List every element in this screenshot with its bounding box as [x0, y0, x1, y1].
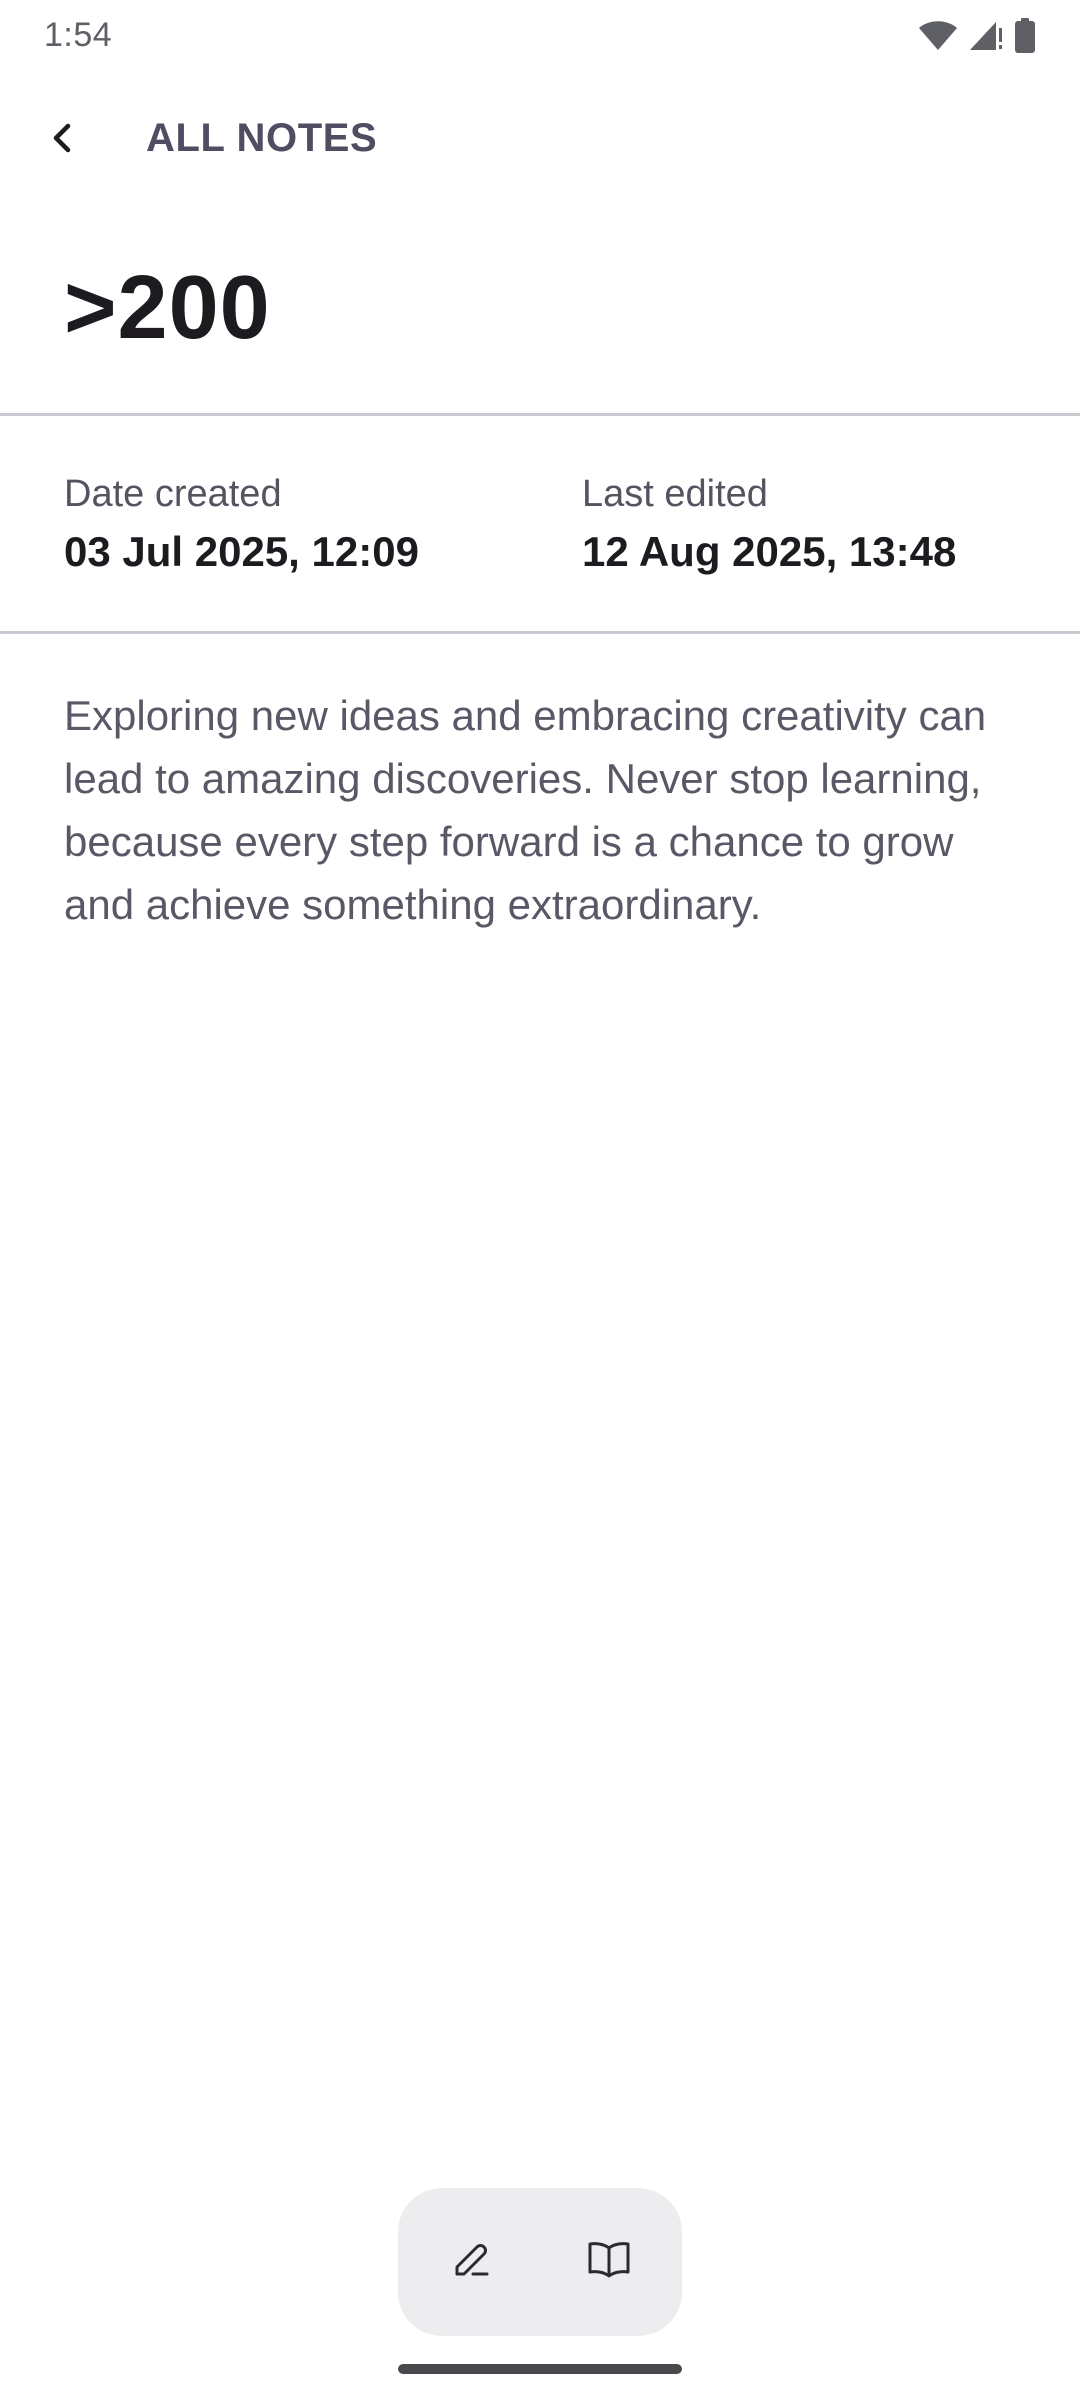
cell-signal-icon — [968, 20, 1004, 52]
note-title: >200 — [64, 258, 271, 358]
status-bar: 1:54 — [0, 0, 1080, 72]
last-edited-value: 12 Aug 2025, 13:48 — [582, 528, 957, 575]
divider — [0, 413, 1080, 416]
status-icons — [918, 18, 1036, 54]
book-icon — [586, 2238, 632, 2287]
last-edited: Last edited 12 Aug 2025, 13:48 — [582, 470, 956, 582]
gesture-bar[interactable] — [398, 2364, 682, 2374]
battery-icon — [1014, 18, 1036, 54]
date-created-value: 03 Jul 2025, 12:09 — [64, 528, 419, 575]
read-mode-button[interactable] — [572, 2225, 646, 2299]
bottom-toolbar — [398, 2188, 682, 2336]
edit-button[interactable] — [434, 2225, 508, 2299]
chevron-left-icon — [42, 118, 82, 163]
wifi-icon — [918, 20, 958, 52]
back-button[interactable] — [28, 106, 96, 174]
divider — [0, 631, 1080, 634]
date-created: Date created 03 Jul 2025, 12:09 — [64, 470, 419, 582]
page-title: ALL NOTES — [146, 116, 378, 160]
pencil-icon — [449, 2238, 493, 2287]
top-app-bar: ALL NOTES — [0, 96, 1080, 180]
status-time: 1:54 — [44, 16, 113, 54]
date-created-label: Date created — [64, 473, 282, 515]
last-edited-label: Last edited — [582, 473, 768, 515]
note-body: Exploring new ideas and embracing creati… — [64, 692, 987, 928]
